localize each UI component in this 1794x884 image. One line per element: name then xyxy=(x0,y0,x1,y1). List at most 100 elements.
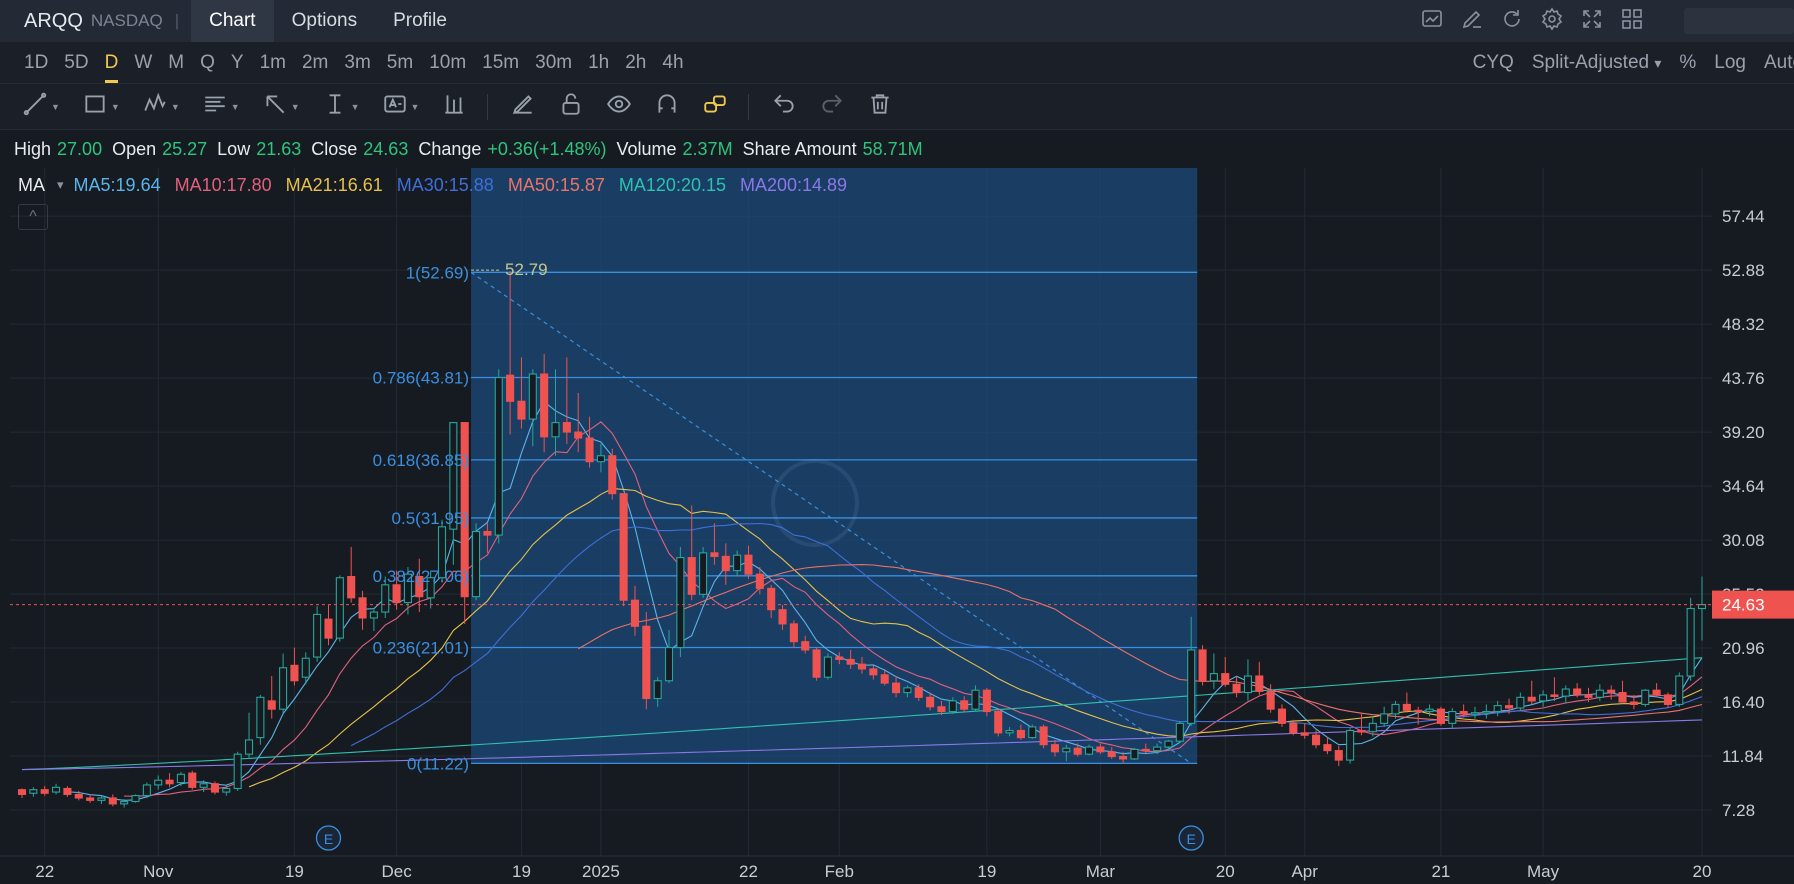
earnings-marker[interactable]: E xyxy=(1178,825,1204,851)
period-1h[interactable]: 1h xyxy=(580,52,617,74)
period-1m[interactable]: 1m xyxy=(252,52,294,74)
candle-body xyxy=(1663,694,1672,705)
tab-chart[interactable]: Chart xyxy=(191,0,274,42)
eye-icon xyxy=(606,91,632,122)
arrow-tool[interactable]: ▼ xyxy=(262,91,300,122)
candle-body xyxy=(517,400,526,420)
candle-body xyxy=(721,555,730,572)
x-axis-tick-label: Nov xyxy=(143,862,174,881)
chart-settings-icon[interactable] xyxy=(1420,7,1444,36)
y-axis-tick-label: 16.40 xyxy=(1722,693,1765,712)
period-5m[interactable]: 5m xyxy=(379,52,421,74)
candle-body xyxy=(1096,746,1105,753)
amount-label: Share Amount xyxy=(742,138,857,159)
period-1d[interactable]: 1D xyxy=(16,52,56,74)
candle-body xyxy=(279,667,288,710)
indicator-tool[interactable] xyxy=(441,91,467,122)
candle-body xyxy=(29,789,38,794)
candle-body xyxy=(120,800,129,805)
candle-body xyxy=(1277,708,1287,724)
candle-body xyxy=(755,573,764,589)
rectangle-tool[interactable]: ▼ xyxy=(82,91,120,122)
cyq-button[interactable]: CYQ xyxy=(1473,52,1514,74)
candle-body xyxy=(176,773,185,784)
tab-profile[interactable]: Profile xyxy=(375,0,465,42)
candle-body xyxy=(801,641,810,651)
candle-body xyxy=(472,530,481,598)
period-10m[interactable]: 10m xyxy=(421,52,474,74)
refresh-icon[interactable] xyxy=(1500,7,1524,36)
candle-body xyxy=(551,422,560,438)
earnings-marker[interactable]: E xyxy=(315,825,342,851)
candle-body xyxy=(1334,750,1343,761)
period-3m[interactable]: 3m xyxy=(336,52,378,74)
lock-tool[interactable] xyxy=(558,91,584,122)
candle-body xyxy=(1028,726,1037,739)
magnet-tool[interactable] xyxy=(654,91,680,122)
period-15m[interactable]: 15m xyxy=(474,52,527,74)
candle-body xyxy=(1550,694,1559,698)
pencil-tool[interactable] xyxy=(510,91,536,122)
period-2h[interactable]: 2h xyxy=(617,52,654,74)
account-area[interactable] xyxy=(1684,8,1794,34)
delete-button[interactable] xyxy=(867,91,893,122)
price-chart[interactable]: 1(52.69) 0.786(43.81) 0.618(36.85) 0.5(31.9… xyxy=(0,168,1794,884)
candle-body xyxy=(1289,722,1298,734)
change-value: +0.36(+1.48%) xyxy=(487,138,607,159)
fibonacci-level-label: 0.236(21.01) xyxy=(373,638,469,657)
measure-tool[interactable]: ▼ xyxy=(322,91,360,122)
visibility-tool[interactable] xyxy=(606,91,632,122)
y-axis-tick-label: 11.84 xyxy=(1722,747,1763,766)
period-d[interactable]: D xyxy=(97,52,127,83)
text-tool[interactable]: ▼ xyxy=(382,91,419,122)
ma-legend-item: MA30:15.88 xyxy=(396,174,494,195)
candle-body xyxy=(857,663,867,670)
layout-grid-icon[interactable] xyxy=(1620,7,1644,36)
period-5d[interactable]: 5D xyxy=(56,52,96,74)
candle-body xyxy=(1232,683,1241,694)
candle-body xyxy=(1504,705,1514,709)
ma-legend-item: MA50:15.87 xyxy=(507,174,605,195)
chart-options: CYQ Split-Adjusted ▾ % Log Auto xyxy=(1473,42,1794,84)
period-2m[interactable]: 2m xyxy=(294,52,336,74)
percent-toggle[interactable]: % xyxy=(1679,52,1696,74)
y-axis-tick-label: 43.76 xyxy=(1722,369,1765,388)
candle-body xyxy=(1209,673,1218,682)
open-label: Open xyxy=(112,138,157,159)
tab-options[interactable]: Options xyxy=(274,0,375,42)
top-bar: ARQQ NASDAQ | Chart Options Profile xyxy=(0,0,1794,42)
undo-button[interactable] xyxy=(771,91,797,122)
candle-body xyxy=(937,706,946,713)
ma-label[interactable]: MA xyxy=(18,175,45,196)
adjust-dropdown[interactable]: Split-Adjusted ▾ xyxy=(1532,52,1662,74)
candle-body xyxy=(1368,722,1377,733)
period-q[interactable]: Q xyxy=(192,52,223,74)
symbol-label[interactable]: ARQQ xyxy=(24,10,83,33)
collapse-button[interactable]: ^ xyxy=(18,204,48,230)
redo-button[interactable] xyxy=(819,91,845,122)
auto-toggle[interactable]: Auto xyxy=(1764,52,1794,74)
candle-body xyxy=(1255,675,1264,692)
edit-icon[interactable] xyxy=(1460,7,1484,36)
candle-body xyxy=(1470,712,1480,715)
period-m[interactable]: M xyxy=(160,52,192,74)
period-30m[interactable]: 30m xyxy=(527,52,580,74)
link-tool[interactable] xyxy=(702,91,728,122)
period-y[interactable]: Y xyxy=(223,52,252,74)
fibonacci-tool[interactable]: ▼ xyxy=(202,91,240,122)
log-toggle[interactable]: Log xyxy=(1714,52,1746,74)
trend-line-tool[interactable]: ▼ xyxy=(22,91,60,122)
pattern-tool[interactable]: ▼ xyxy=(142,91,180,122)
gear-icon[interactable] xyxy=(1540,7,1564,36)
ma-dropdown-icon[interactable]: ▾ xyxy=(57,177,64,193)
candle-body xyxy=(369,611,378,619)
candle-body xyxy=(1300,732,1309,736)
period-w[interactable]: W xyxy=(126,52,160,74)
period-4h[interactable]: 4h xyxy=(654,52,691,74)
candle-body xyxy=(1414,709,1423,713)
y-axis-tick-label: 48.32 xyxy=(1722,315,1765,334)
fullscreen-icon[interactable] xyxy=(1580,7,1604,36)
candle-body xyxy=(188,772,197,788)
ma-legend-item: MA10:17.80 xyxy=(174,174,272,195)
candle-body xyxy=(914,687,923,698)
